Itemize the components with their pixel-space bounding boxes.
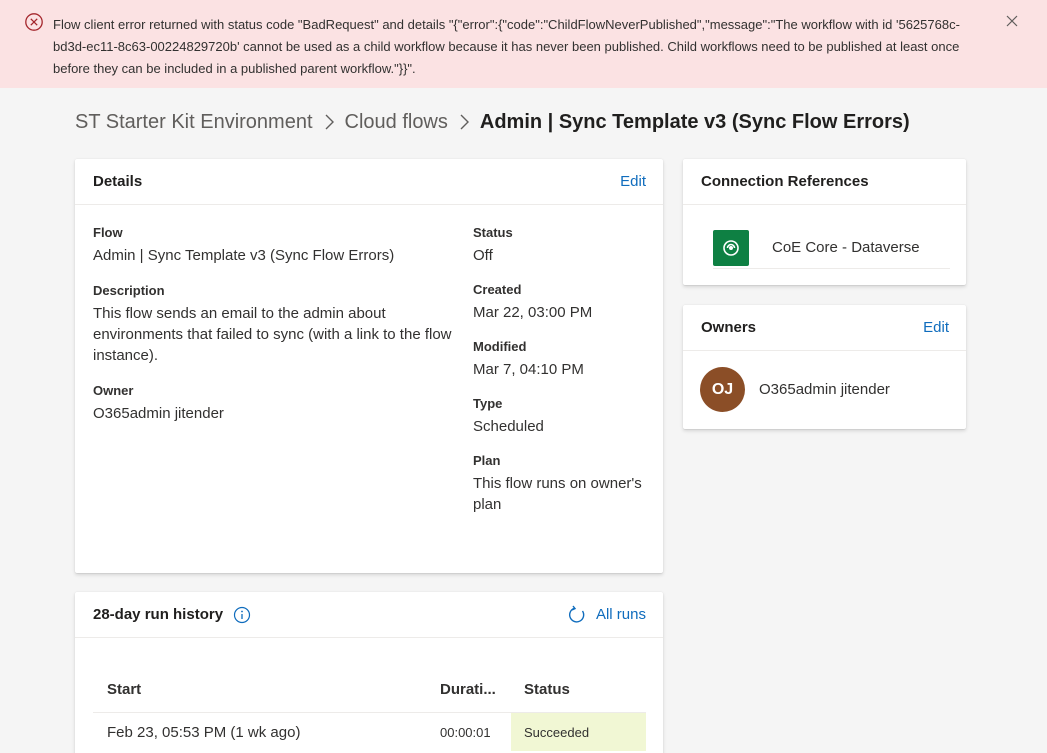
details-card: Details Edit Flow Admin | Sync Template … (75, 159, 663, 573)
connection-references-title: Connection References (701, 173, 869, 190)
status-field: Status Off (473, 225, 643, 266)
run-history-table: Start Durati... Status Feb 23, 05:53 PM … (93, 667, 646, 751)
info-icon[interactable] (233, 606, 251, 624)
details-left-column: Flow Admin | Sync Template v3 (Sync Flow… (93, 225, 453, 441)
modified-field: Modified Mar 7, 04:10 PM (473, 339, 643, 380)
type-field: Type Scheduled (473, 396, 643, 437)
description-field: Description This flow sends an email to … (93, 283, 453, 366)
status-badge: Succeeded (511, 713, 646, 751)
run-duration: 00:00:01 (440, 724, 491, 740)
description-value: This flow sends an email to the admin ab… (93, 305, 452, 364)
flow-label: Flow (93, 225, 123, 240)
all-runs-link[interactable]: All runs (567, 605, 646, 625)
all-runs-label: All runs (595, 606, 646, 623)
connection-references-header: Connection References (683, 159, 966, 205)
modified-label: Modified (473, 339, 527, 354)
chevron-right-icon (458, 113, 470, 131)
created-label: Created (473, 282, 522, 297)
avatar: OJ (700, 367, 745, 412)
dataverse-icon (713, 229, 749, 266)
owners-card: Owners Edit OJ O365admin jitender (683, 305, 966, 429)
connection-references-card: Connection References CoE Core - Dataver… (683, 159, 966, 285)
created-field: Created Mar 22, 03:00 PM (473, 282, 643, 323)
description-label: Description (93, 283, 165, 298)
breadcrumb-environment[interactable]: ST Starter Kit Environment (75, 111, 313, 134)
breadcrumb-cloud-flows[interactable]: Cloud flows (345, 111, 448, 134)
plan-field: Plan This flow runs on owner's plan (473, 453, 643, 515)
type-label: Type (473, 396, 503, 411)
run-history-header: 28-day run history All runs (75, 592, 663, 638)
chevron-right-icon (323, 113, 335, 131)
refresh-icon (567, 605, 587, 625)
close-icon[interactable] (1003, 12, 1021, 30)
flow-field: Flow Admin | Sync Template v3 (Sync Flow… (93, 225, 453, 266)
error-banner: Flow client error returned with status c… (0, 0, 1047, 88)
owners-title: Owners (701, 319, 757, 336)
error-circle-icon (24, 12, 44, 32)
owners-edit-link[interactable]: Edit (923, 319, 949, 336)
details-title: Details (93, 173, 143, 190)
owner-label: Owner (93, 383, 134, 398)
table-row[interactable]: Feb 23, 05:53 PM (1 wk ago) 00:00:01 Suc… (93, 713, 646, 751)
run-start: Feb 23, 05:53 PM (1 wk ago) (107, 723, 301, 741)
run-history-title: 28-day run history (93, 606, 224, 623)
created-value: Mar 22, 03:00 PM (473, 304, 593, 321)
status-value: Off (473, 247, 493, 264)
column-header-start[interactable]: Start (93, 681, 426, 698)
details-header: Details Edit (75, 159, 663, 205)
owner-field: Owner O365admin jitender (93, 383, 453, 424)
page-title: Admin | Sync Template v3 (Sync Flow Erro… (479, 110, 910, 133)
plan-label: Plan (473, 453, 501, 468)
details-right-column: Status Off Created Mar 22, 03:00 PM Modi… (473, 225, 643, 531)
owner-name: O365admin jitender (759, 381, 890, 398)
run-history-card: 28-day run history All runs Start Durati… (75, 592, 663, 753)
owner-item: OJ O365admin jitender (700, 367, 890, 412)
type-value: Scheduled (473, 418, 544, 435)
connection-name: CoE Core - Dataverse (772, 239, 920, 256)
owners-header: Owners Edit (683, 305, 966, 351)
column-header-duration[interactable]: Durati... (426, 681, 511, 698)
plan-value: This flow runs on owner's plan (473, 475, 642, 513)
error-message: Flow client error returned with status c… (53, 17, 960, 76)
table-header-row: Start Durati... Status (93, 667, 646, 713)
details-edit-link[interactable]: Edit (620, 173, 646, 190)
owner-value: O365admin jitender (93, 405, 224, 422)
column-header-status[interactable]: Status (511, 667, 646, 712)
flow-value: Admin | Sync Template v3 (Sync Flow Erro… (93, 247, 395, 264)
breadcrumb: ST Starter Kit Environment Cloud flows A… (75, 108, 910, 136)
run-history-title-wrap: 28-day run history (93, 606, 251, 624)
connection-item[interactable]: CoE Core - Dataverse (713, 227, 950, 269)
modified-value: Mar 7, 04:10 PM (473, 361, 584, 378)
status-label: Status (473, 225, 513, 240)
